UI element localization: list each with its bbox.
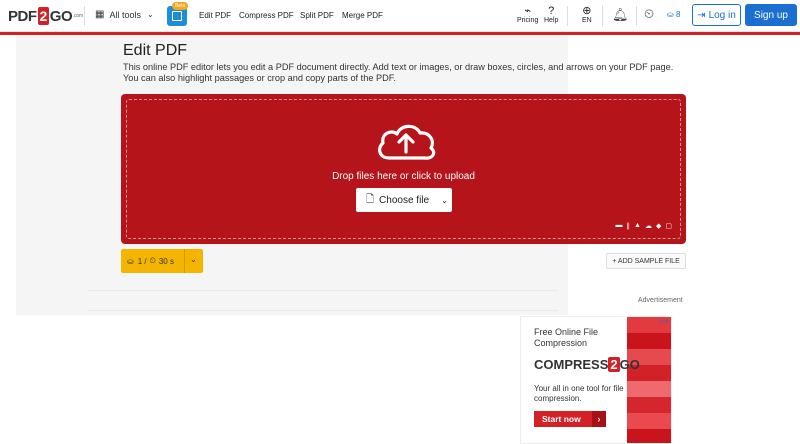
ad-brand-logo: COMPRESS 2 GO <box>534 357 640 372</box>
chevron-down-icon[interactable]: ⌄ <box>441 196 448 205</box>
pricing-label: Pricing <box>517 17 539 24</box>
ad-close-icon[interactable]: ▷✕ <box>659 318 669 325</box>
nav-merge-pdf[interactable]: Merge PDF <box>342 11 383 20</box>
timer-icon: ⏲ <box>149 256 156 265</box>
help-link[interactable]: ? Help <box>544 5 558 24</box>
advertisement-label: Advertisement <box>638 297 683 304</box>
top-navbar: PDF 2 GO .com ▦ All tools ⌄ Beta Edit PDF C… <box>0 0 800 32</box>
usage-limit-bar[interactable]: ⛀ 1 / ⏲ 30 s ⌄ <box>121 249 203 273</box>
signup-button[interactable]: Sign up <box>745 4 797 26</box>
logo-text: GO <box>49 7 73 25</box>
ad-brand-text: COMPRESS <box>534 357 609 372</box>
divider <box>567 6 568 26</box>
file-icon: 🗋 <box>366 193 375 205</box>
add-sample-file-button[interactable]: + ADD SAMPLE FILE <box>606 253 686 269</box>
logo-number: 2 <box>37 7 49 25</box>
header-accent-line <box>0 32 800 35</box>
tag-icon: ⌁ <box>524 5 532 17</box>
advertisement-banner[interactable]: ▷✕ Free Online File Compression COMPRESS… <box>520 316 672 444</box>
logo-suffix: .com <box>73 13 83 19</box>
logo-text: PDF <box>8 7 37 25</box>
globe-icon: ⊕ <box>582 5 592 17</box>
divider <box>636 6 637 26</box>
dropzone-border: Drop files here or click to upload 🗋 Cho… <box>126 99 681 239</box>
login-button[interactable]: ⇥ Log in <box>692 4 741 26</box>
chevron-down-icon[interactable]: ⌄ <box>190 255 197 264</box>
folder-icon[interactable]: ▬ <box>616 222 623 230</box>
cloud-icon[interactable]: ☁ <box>645 222 652 230</box>
login-icon: ⇥ <box>697 9 706 21</box>
login-label: Log in <box>708 9 736 21</box>
pdf2go-logo[interactable]: PDF 2 GO .com <box>8 6 83 26</box>
ad-subtext: Your all in one tool for file compressio… <box>534 384 624 403</box>
drop-instructions: Drop files here or click to upload <box>332 171 475 182</box>
divider <box>184 249 185 273</box>
pricing-link[interactable]: ⌁ Pricing <box>517 5 538 24</box>
credits-value: 8 <box>675 10 681 19</box>
grid-icon: ▦ <box>95 9 105 20</box>
all-tools-label: All tools <box>109 9 141 20</box>
language-selector[interactable]: ⊕ EN <box>582 5 592 24</box>
history-icon[interactable]: ⏲ <box>644 6 654 22</box>
divider <box>84 6 85 26</box>
help-label: Help <box>544 17 559 24</box>
google-drive-icon[interactable]: ▲ <box>634 222 641 230</box>
background-sidebar <box>28 36 88 286</box>
page-description: This online PDF editor lets you edit a P… <box>123 62 674 83</box>
page-title: Edit PDF <box>123 42 188 59</box>
edit-pdf-tool-icon[interactable]: Beta <box>167 2 189 26</box>
upload-source-icons: ▬ ∥ ▲ ☁ ◆ ▢ <box>616 222 672 230</box>
beta-badge: Beta <box>172 2 189 10</box>
nav-edit-pdf[interactable]: Edit PDF <box>199 11 231 20</box>
ad-start-button[interactable]: Start now › <box>534 411 606 427</box>
background-divider <box>88 290 558 291</box>
language-label: EN <box>582 17 592 24</box>
cloud-upload-icon <box>378 124 436 160</box>
image-edit-icon <box>172 11 182 21</box>
ad-brand-number: 2 <box>608 357 620 372</box>
chevron-right-icon: › <box>592 411 606 427</box>
credits-counter[interactable]: ⛀ 8 <box>667 10 680 19</box>
clipboard-icon[interactable]: ▢ <box>665 222 672 230</box>
ad-start-label: Start now <box>542 414 581 424</box>
nav-split-pdf[interactable]: Split PDF <box>300 11 334 20</box>
ad-brand-text: GO <box>619 357 640 372</box>
link-icon[interactable]: ∥ <box>627 222 631 230</box>
bell-icon[interactable]: 🔔︎ <box>612 7 629 23</box>
all-tools-menu[interactable]: ▦ All tools ⌄ <box>95 9 154 20</box>
nav-compress-pdf[interactable]: Compress PDF <box>239 11 294 20</box>
dropbox-icon[interactable]: ◆ <box>656 222 661 230</box>
ad-headline: Free Online File Compression <box>534 327 599 348</box>
choose-file-button[interactable]: 🗋 Choose file ⌄ <box>356 188 452 212</box>
choose-file-label: Choose file <box>379 194 430 206</box>
coin-icon: ⛀ <box>127 256 134 266</box>
chevron-down-icon: ⌄ <box>146 10 154 19</box>
signup-label: Sign up <box>754 9 788 21</box>
question-icon: ? <box>548 5 555 17</box>
background-divider <box>88 310 558 311</box>
divider <box>602 6 603 26</box>
time-limit: 30 s <box>158 256 174 266</box>
file-dropzone[interactable]: Drop files here or click to upload 🗋 Cho… <box>121 94 686 244</box>
files-limit: 1 / <box>137 256 147 266</box>
